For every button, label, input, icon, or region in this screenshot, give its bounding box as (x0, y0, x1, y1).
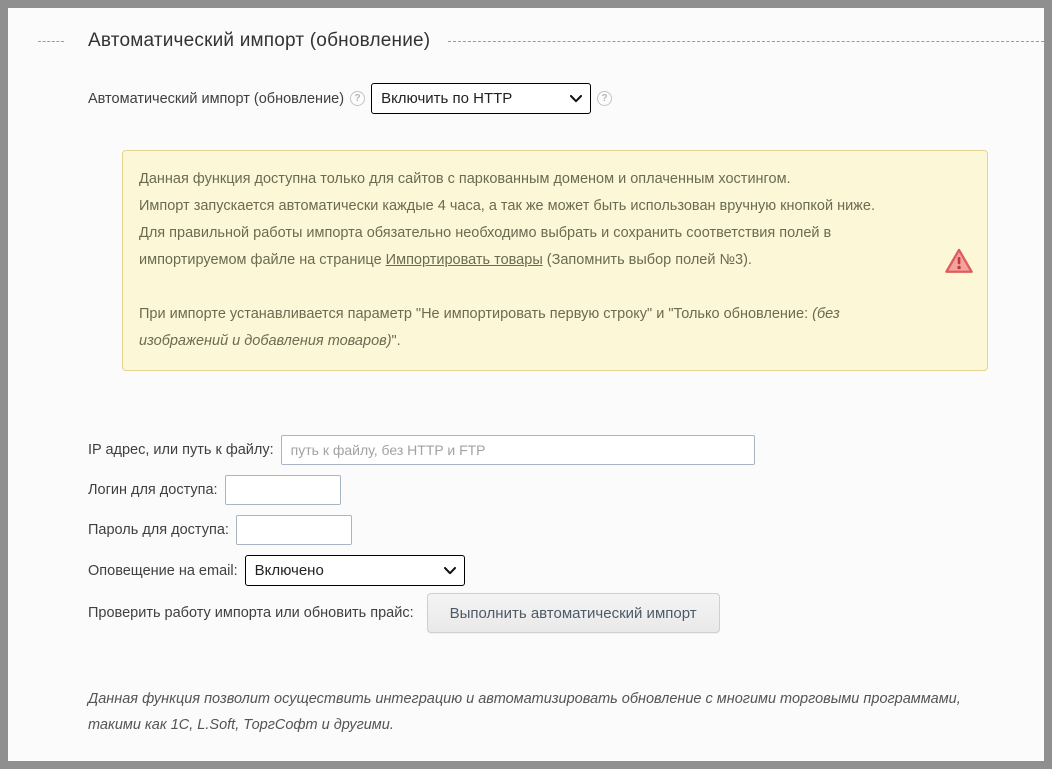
login-row: Логин для доступа: (88, 475, 1044, 505)
login-label: Логин для доступа: (88, 482, 218, 498)
section-header: Автоматический импорт (обновление) (38, 30, 1044, 52)
ip-path-input[interactable] (281, 435, 755, 465)
help-icon[interactable]: ? (350, 91, 365, 106)
warning-paragraph-2: При импорте устанавливается параметр "Не… (139, 301, 927, 355)
login-input[interactable] (225, 475, 341, 505)
warning-line-2: Импорт запускается автоматически каждые … (139, 193, 927, 220)
warning-line-3-tail: (Запомнить выбор полей №3). (543, 252, 752, 268)
auto-import-mode-select[interactable]: Включить по HTTP (371, 83, 591, 114)
warning-p2-tail: ". (392, 333, 401, 349)
run-import-label: Проверить работу импорта или обновить пр… (88, 605, 414, 621)
integration-footnote: Данная функция позволит осуществить инте… (88, 686, 986, 738)
warning-line-1: Данная функция доступна только для сайто… (139, 166, 927, 193)
password-row: Пароль для доступа: (88, 515, 1044, 545)
warning-p2-text: При импорте устанавливается параметр "Не… (139, 306, 812, 322)
help-icon[interactable]: ? (597, 91, 612, 106)
warning-text: Данная функция доступна только для сайто… (139, 166, 927, 355)
auto-import-mode-row: Автоматический импорт (обновление) ? Вкл… (88, 83, 1044, 114)
password-label: Пароль для доступа: (88, 522, 229, 538)
email-notify-row: Оповещение на email: Включено (88, 555, 1044, 586)
warning-notice: Данная функция доступна только для сайто… (122, 150, 988, 371)
warning-paragraph-1: Данная функция доступна только для сайто… (139, 166, 927, 274)
ip-path-row: IP адрес, или путь к файлу: (88, 435, 1044, 465)
email-notify-select[interactable]: Включено (245, 555, 465, 586)
ip-path-label: IP адрес, или путь к файлу: (88, 442, 274, 458)
title-dash-right (448, 41, 1044, 42)
run-import-row: Проверить работу импорта или обновить пр… (88, 593, 1044, 633)
run-import-button[interactable]: Выполнить автоматический импорт (427, 593, 720, 633)
email-notify-label: Оповещение на email: (88, 563, 238, 579)
password-input[interactable] (236, 515, 352, 545)
auto-import-mode-label: Автоматический импорт (обновление) (88, 91, 344, 107)
import-settings-form: IP адрес, или путь к файлу: Логин для до… (88, 435, 1044, 633)
title-dash-left (38, 41, 64, 42)
import-goods-link[interactable]: Импортировать товары (386, 252, 543, 268)
warning-triangle-icon (927, 248, 973, 274)
page-title: Автоматический импорт (обновление) (88, 30, 430, 52)
